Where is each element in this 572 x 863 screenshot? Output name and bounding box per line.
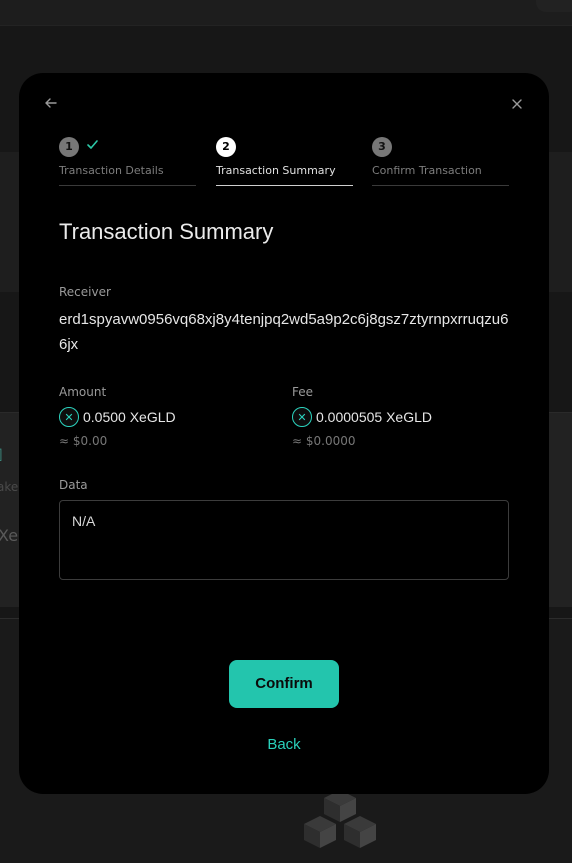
fee-usd-value: ≈ $0.0000 [292,434,356,448]
background-icon: ▯ [0,444,3,463]
fee-label: Fee [292,385,314,399]
cubes-illustration-icon [304,790,376,848]
background-text: Xe [0,526,19,545]
transaction-modal: 1 Transaction Details 2 Transaction Summ… [19,73,549,794]
step-label: Confirm Transaction [372,164,482,177]
fee-value: 0.0000505 XeGLD [316,409,432,425]
receiver-address: erd1spyavw0956vq68xj8y4tenjpq2wd5a9p2c6j… [59,311,509,353]
receiver-label: Receiver [59,285,111,299]
data-label: Data [59,478,88,492]
step-number: 1 [59,137,79,157]
step-transaction-details[interactable]: 1 Transaction Details [59,137,196,186]
step-transaction-summary[interactable]: 2 Transaction Summary [216,137,353,186]
step-number: 2 [216,137,236,157]
amount-usd-value: ≈ $0.00 [59,434,108,448]
arrow-left-icon [45,98,57,108]
fee-value-row: ✕ 0.0000505 XeGLD [292,406,432,428]
back-button[interactable]: Back [229,736,339,753]
background-topbar [0,0,572,26]
close-button[interactable] [507,95,527,115]
step-label: Transaction Summary [216,164,336,177]
check-icon [87,140,98,149]
stepper: 1 Transaction Details 2 Transaction Summ… [59,137,511,187]
step-label: Transaction Details [59,164,164,177]
multiversx-icon: ✕ [292,407,312,427]
background-topbar-button [536,0,572,12]
data-field: N/A [59,500,509,580]
page-title: Transaction Summary [59,219,274,244]
step-confirm-transaction[interactable]: 3 Confirm Transaction [372,137,509,186]
amount-label: Amount [59,385,107,399]
back-arrow-button[interactable] [41,95,61,115]
amount-value-row: ✕ 0.0500 XeGLD [59,406,176,428]
close-icon [512,99,522,109]
amount-value: 0.0500 XeGLD [83,409,176,425]
confirm-button[interactable]: Confirm [229,660,339,708]
background-text: ake [0,480,19,494]
step-number: 3 [372,137,392,157]
multiversx-icon: ✕ [59,407,79,427]
